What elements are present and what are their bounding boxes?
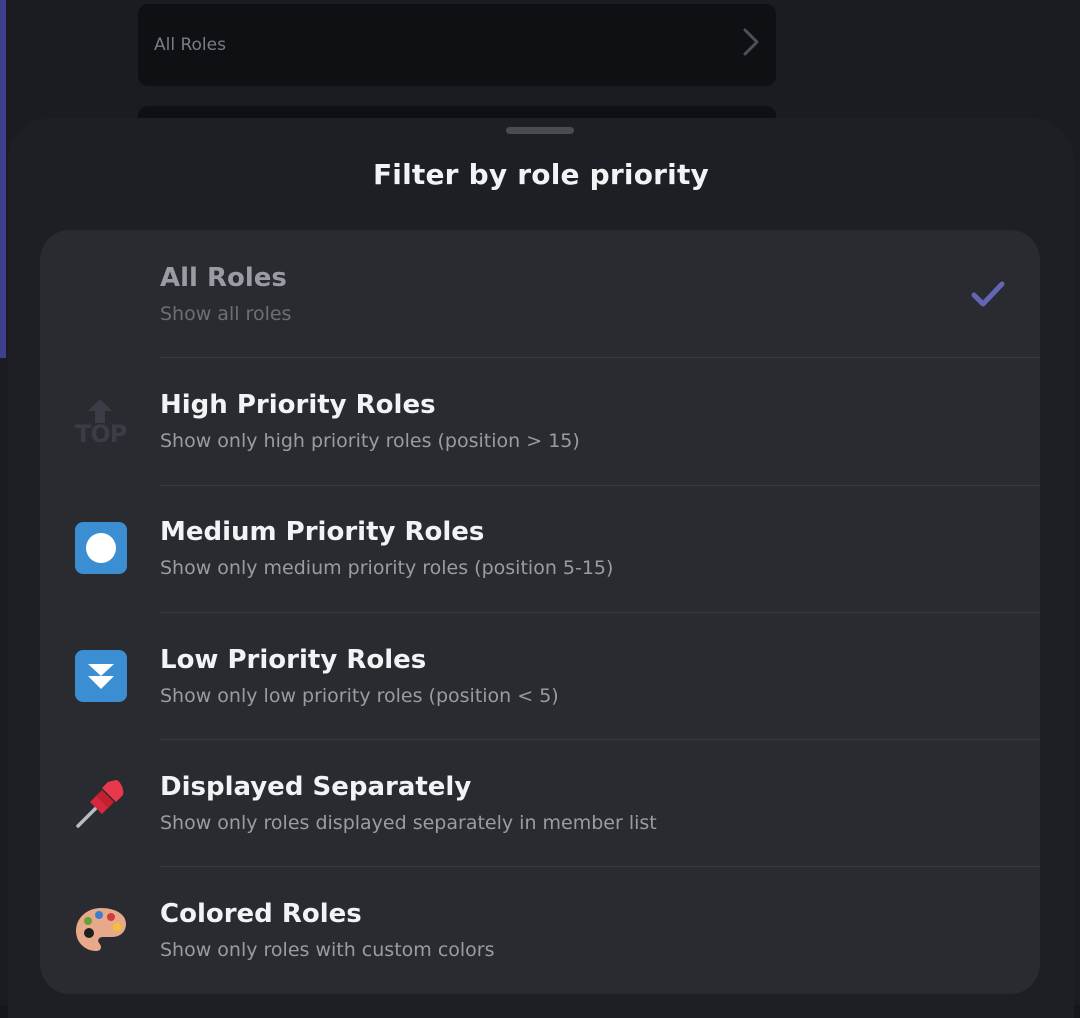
option-subtitle: Show only roles displayed separately in … [160,811,657,834]
option-displayed-separately[interactable]: Displayed Separately Show only roles dis… [40,739,1040,866]
option-all-roles[interactable]: All Roles Show all roles [40,230,1040,357]
artist-palette-icon [74,903,128,957]
option-title: Colored Roles [160,899,362,930]
top-arrow-icon: TOP [74,394,128,448]
fast-down-button-icon [74,649,128,703]
option-subtitle: Show all roles [160,302,292,325]
pushpin-icon [74,776,128,830]
sheet-title: Filter by role priority [372,158,709,191]
option-medium-priority[interactable]: Medium Priority Roles Show only medium p… [40,484,1040,612]
option-subtitle: Show only roles with custom colors [160,939,495,962]
background-accent-bar [0,0,6,358]
background-row-label: All Roles [154,35,226,55]
option-title: Low Priority Roles [160,644,427,675]
option-title: High Priority Roles [160,389,436,420]
background-all-roles-row: All Roles [138,4,776,86]
record-button-icon [74,521,128,575]
sheet-drag-handle[interactable] [506,127,574,134]
option-title: All Roles [160,262,287,293]
option-high-priority[interactable]: TOP High Priority Roles Show only high p… [40,357,1040,484]
filter-options-list: All Roles Show all roles TOP High Priori… [40,230,1040,994]
checkmark-icon [971,281,1005,307]
option-title: Displayed Separately [160,771,472,802]
option-subtitle: Show only medium priority roles (positio… [160,557,614,580]
option-colored-roles[interactable]: Colored Roles Show only roles with custo… [40,866,1040,993]
option-low-priority[interactable]: Low Priority Roles Show only low priorit… [40,611,1040,739]
option-subtitle: Show only high priority roles (position … [160,429,580,452]
chevron-right-icon [742,27,760,63]
option-title: Medium Priority Roles [160,517,485,548]
option-subtitle: Show only low priority roles (position <… [160,684,559,707]
